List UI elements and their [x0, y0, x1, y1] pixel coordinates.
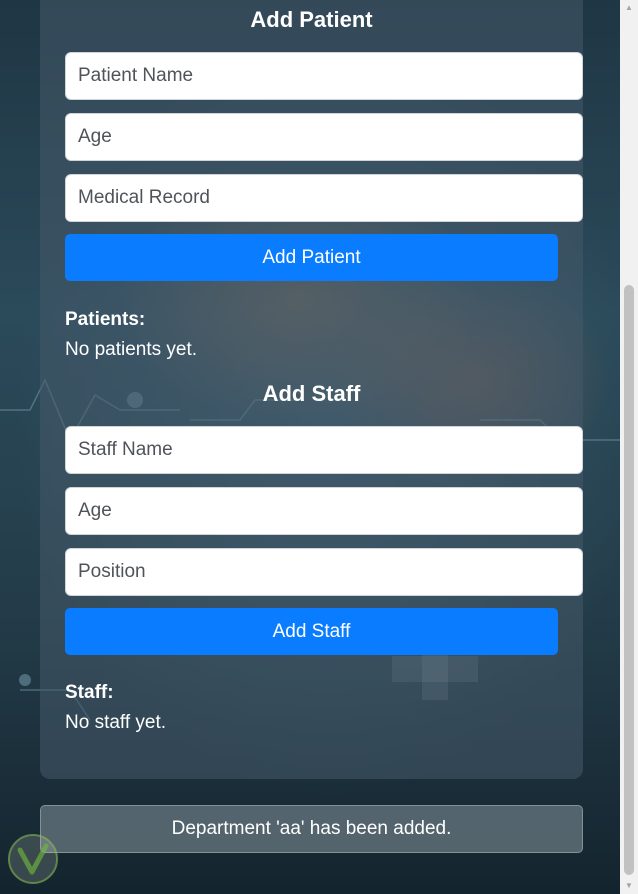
staff-empty-text: No staff yet. [65, 712, 167, 733]
notification-message: Department 'aa' has been added. [40, 805, 583, 853]
scroll-up-arrow-icon[interactable]: ▲ [620, 0, 638, 16]
add-staff-title: Add Staff [262, 381, 361, 406]
scrollbar-thumb[interactable] [624, 285, 634, 875]
scroll-down-arrow-icon[interactable]: ▼ [620, 878, 638, 894]
medical-record-input[interactable] [65, 174, 583, 222]
patient-name-input[interactable] [65, 52, 583, 100]
scrollbar[interactable]: ▲ ▼ [620, 0, 638, 894]
patients-empty-text: No patients yet. [65, 339, 198, 360]
add-staff-button[interactable]: Add Staff [65, 608, 558, 655]
staff-name-input[interactable] [65, 426, 583, 474]
position-input[interactable] [65, 548, 583, 596]
add-patient-title: Add Patient [250, 7, 373, 32]
form-panel: Add Patient Add Patient Patients: No pat… [40, 0, 583, 779]
add-patient-button[interactable]: Add Patient [65, 234, 558, 281]
staff-list-heading: Staff: [65, 682, 114, 703]
patients-list-heading: Patients: [65, 309, 146, 330]
logo-icon [8, 834, 58, 884]
staff-age-input[interactable] [65, 487, 583, 535]
patient-age-input[interactable] [65, 113, 583, 161]
